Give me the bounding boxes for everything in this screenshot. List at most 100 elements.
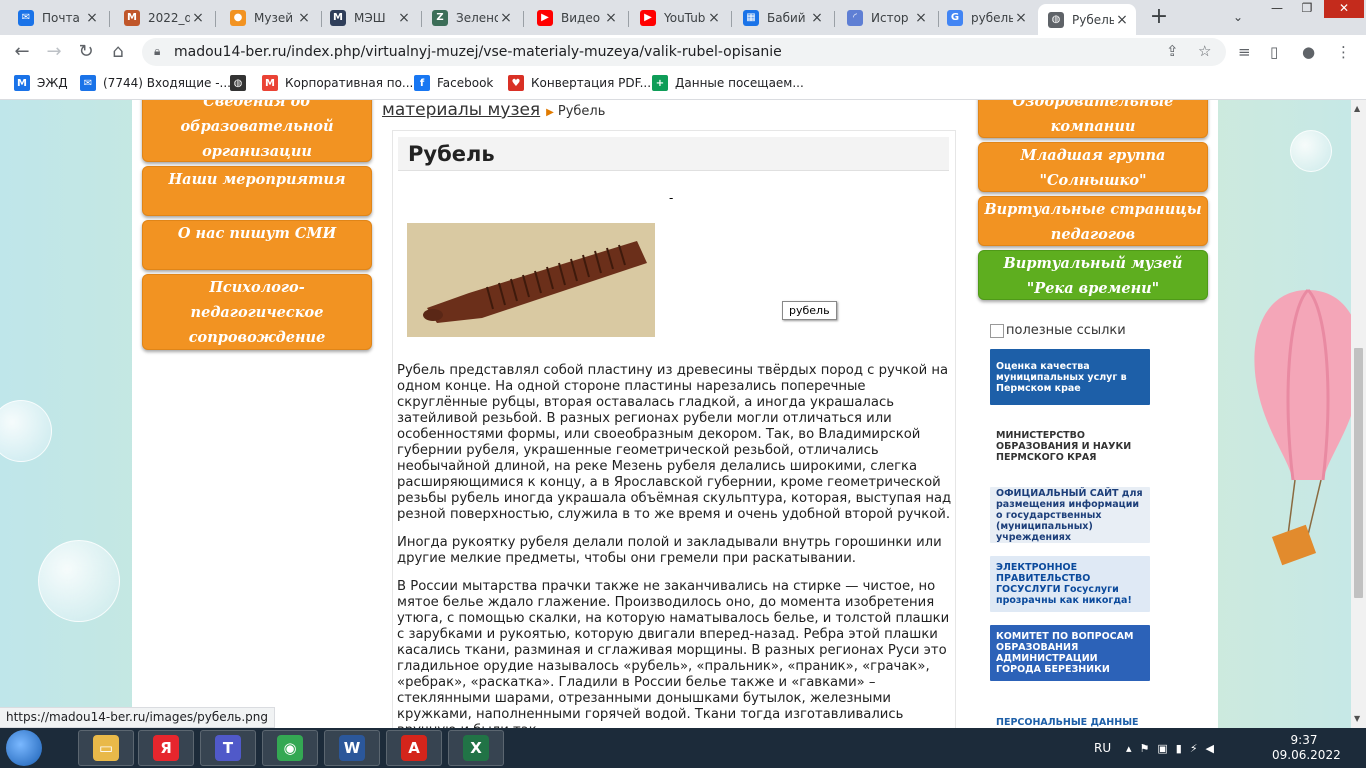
tab-label: МЭШ	[354, 10, 386, 25]
tab-label: Бабий	[767, 10, 806, 25]
bookmark-item[interactable]: ♥ Конвертация PDF...	[508, 75, 651, 91]
close-tab-icon[interactable]: ×	[296, 10, 312, 26]
lock-icon[interactable]: 🔒︎	[154, 44, 160, 59]
menu-item-media[interactable]: О нас пишут СМИ	[142, 220, 372, 270]
link-banner[interactable]: МИНИСТЕРСТВО ОБРАЗОВАНИЯ И НАУКИ ПЕРМСКО…	[990, 418, 1150, 474]
scroll-up-icon[interactable]: ▲	[1354, 104, 1360, 113]
excel-taskbar-button[interactable]: X	[448, 730, 504, 766]
bookmark-label: Корпоративная по...	[285, 76, 414, 90]
file-explorer-taskbar-button[interactable]: ▭	[78, 730, 134, 766]
heart-icon: ♥	[508, 75, 524, 91]
close-tab-icon[interactable]: ×	[396, 10, 412, 26]
start-button[interactable]	[6, 730, 42, 766]
forward-icon[interactable]: →	[42, 40, 66, 64]
menu-item-junior-group[interactable]: Младшая группа "Солнышко"	[978, 142, 1208, 192]
link-banner[interactable]: ПЕРСОНАЛЬНЫЕ ДАННЫЕ	[990, 694, 1150, 728]
bookmark-item[interactable]: ◍	[230, 75, 253, 91]
facebook-icon: f	[414, 75, 430, 91]
link-banner[interactable]: ЭЛЕКТРОННОЕ ПРАВИТЕЛЬСТВО ГОСУСЛУГИ Госу…	[990, 556, 1150, 612]
side-panel-icon[interactable]: ▯	[1270, 43, 1278, 61]
menu-dots-icon[interactable]: ⋮	[1336, 43, 1351, 61]
bookmark-item[interactable]: + Данные посещаем...	[652, 75, 804, 91]
menu-item-virtual-museum[interactable]: Виртуальный музей "Река времени"	[978, 250, 1208, 300]
tab[interactable]: ● Музей ×	[220, 4, 318, 31]
chrome-taskbar-button[interactable]: ◉	[262, 730, 318, 766]
breadcrumb-current: Рубель	[557, 104, 606, 119]
home-icon[interactable]: ⌂	[106, 40, 130, 64]
close-tab-icon[interactable]: ×	[498, 10, 514, 26]
banner-text: ОФИЦИАЛЬНЫЙ САЙТ для размещения информац…	[996, 487, 1143, 543]
file-explorer-icon: ▭	[93, 735, 119, 761]
close-tab-icon[interactable]: ×	[190, 10, 206, 26]
page-container: Сведения об образовательной организации …	[132, 100, 1218, 728]
bookmark-star-icon[interactable]: ☆	[1198, 42, 1211, 60]
tab[interactable]: M МЭШ ×	[320, 4, 418, 31]
tab[interactable]: Z Зелено ×	[422, 4, 520, 31]
breadcrumb-link[interactable]: материалы музея	[382, 100, 540, 120]
teams-taskbar-button[interactable]: T	[200, 730, 256, 766]
close-window-button[interactable]: ✕	[1324, 0, 1364, 18]
reload-icon[interactable]: ↻	[74, 40, 98, 64]
close-tab-icon[interactable]: ×	[603, 10, 619, 26]
clock[interactable]: 9:37 09.06.2022	[1272, 733, 1341, 763]
tab[interactable]: ◜ Истор ×	[837, 4, 935, 31]
globe-icon: ◍	[230, 75, 246, 91]
table-icon: ▦	[743, 9, 759, 26]
address-bar[interactable]: 🔒︎ madou14-ber.ru/index.php/virtualnyj-m…	[142, 38, 1226, 66]
tab[interactable]: ✉ Почта ×	[8, 4, 106, 31]
menu-item-teacher-pages[interactable]: Виртуальные страницы педагогов	[978, 196, 1208, 246]
share-icon[interactable]: ⇪	[1166, 42, 1179, 60]
tab-label: Музей	[254, 10, 294, 25]
page-scrollbar[interactable]: ▲ ▼	[1351, 100, 1366, 728]
breadcrumb-arrow-icon: ▶	[546, 107, 554, 118]
restore-button[interactable]: ❐	[1292, 0, 1322, 18]
bookmark-item[interactable]: f Facebook	[414, 75, 493, 91]
tab-label: 2022_q	[148, 10, 190, 25]
tab[interactable]: ▦ Бабий ×	[733, 4, 831, 31]
minimize-button[interactable]: —	[1262, 0, 1292, 18]
new-tab-button[interactable]: +	[1146, 5, 1172, 31]
close-tab-icon[interactable]: ×	[706, 10, 722, 26]
tab-label: рубель	[971, 10, 1013, 25]
close-tab-icon[interactable]: ×	[809, 10, 825, 26]
tab[interactable]: M 2022_q ×	[114, 4, 212, 31]
tab-label: Зелено	[456, 10, 498, 25]
mail-icon: ✉	[18, 9, 34, 26]
yandex-taskbar-button[interactable]: Я	[138, 730, 194, 766]
word-taskbar-button[interactable]: W	[324, 730, 380, 766]
link-banner[interactable]: Оценка качества муниципальных услуг в Пе…	[990, 349, 1150, 405]
system-tray-icons[interactable]: ▴⚑▣▮⚡◀	[1126, 728, 1222, 768]
tab[interactable]: ◍ Рубель ×	[1038, 4, 1136, 35]
dash-text: -	[669, 191, 674, 205]
link-banner[interactable]: КОМИТЕТ ПО ВОПРОСАМ ОБРАЗОВАНИЯ АДМИНИСТ…	[990, 625, 1150, 681]
bookmark-item[interactable]: ✉ (7744) Входящие -...	[80, 75, 231, 91]
close-tab-icon[interactable]: ×	[1013, 10, 1029, 26]
bookmark-label: (7744) Входящие -...	[103, 76, 231, 90]
bookmark-item[interactable]: M Корпоративная по...	[262, 75, 413, 91]
url-text[interactable]: madou14-ber.ru/index.php/virtualnyj-muze…	[174, 44, 782, 60]
back-icon[interactable]: ←	[10, 40, 34, 64]
link-banner[interactable]: ОФИЦИАЛЬНЫЙ САЙТ для размещения информац…	[990, 487, 1150, 543]
menu-item-psych-support[interactable]: Психолого-педагогическое сопровождение	[142, 274, 372, 350]
scroll-down-icon[interactable]: ▼	[1354, 714, 1360, 723]
language-indicator[interactable]: RU	[1094, 728, 1111, 768]
tab[interactable]: Gрубель ×	[937, 4, 1035, 31]
breadcrumb: материалы музея ▶ Рубель	[382, 100, 605, 124]
menu-item-events[interactable]: Наши мероприятия	[142, 166, 372, 216]
close-tab-icon[interactable]: ×	[913, 10, 929, 26]
profile-avatar-icon[interactable]: ●	[1302, 43, 1315, 61]
acrobat-taskbar-button[interactable]: A	[386, 730, 442, 766]
m-logo-icon: M	[124, 9, 140, 26]
tab-label: Истор	[871, 10, 909, 25]
close-tab-icon[interactable]: ×	[1114, 12, 1130, 28]
tab[interactable]: ▶ Видео ×	[527, 4, 625, 31]
rubel-image[interactable]	[407, 223, 655, 337]
tab-search-chevron-icon[interactable]: ⌄	[1226, 5, 1250, 29]
menu-item-health[interactable]: Оздоровительные компании	[978, 100, 1208, 138]
bookmark-item[interactable]: M ЭЖД	[14, 75, 68, 91]
reading-list-icon[interactable]: ≡	[1238, 43, 1251, 61]
menu-item-org-info[interactable]: Сведения об образовательной организации	[142, 100, 372, 162]
close-tab-icon[interactable]: ×	[84, 10, 100, 26]
scroll-thumb[interactable]	[1354, 348, 1363, 598]
tab[interactable]: ▶ YouTub ×	[630, 4, 728, 31]
